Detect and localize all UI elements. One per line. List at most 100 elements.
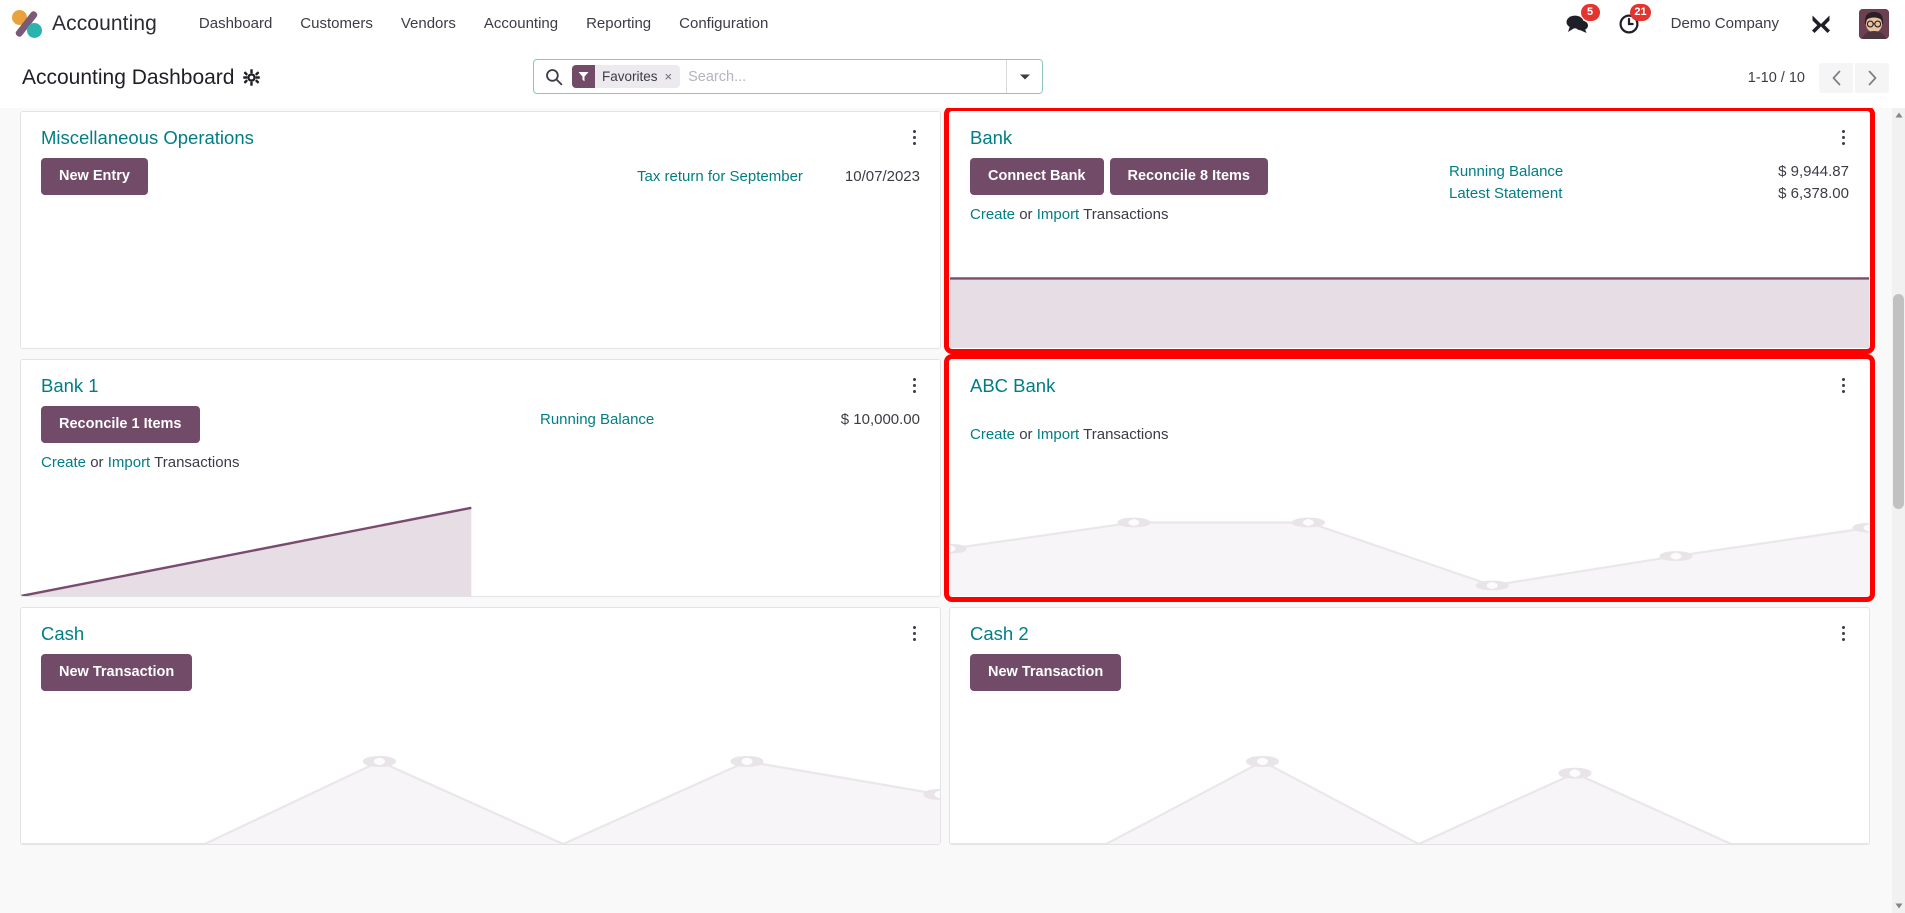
filter-icon — [572, 65, 595, 88]
card-graph-cash — [21, 726, 940, 844]
card-cash-2[interactable]: Cash 2 New Transaction — [949, 607, 1870, 845]
import-transaction-link[interactable]: Import — [1037, 206, 1080, 223]
activity-name[interactable]: Tax return for September — [637, 168, 803, 185]
messages-badge: 5 — [1580, 4, 1600, 21]
activity-row: Tax return for September 10/07/2023 — [637, 163, 920, 185]
menu-item-accounting[interactable]: Accounting — [470, 7, 572, 40]
menu-item-dashboard[interactable]: Dashboard — [185, 7, 286, 40]
search-input[interactable] — [688, 68, 1006, 85]
card-header: Bank 1 — [21, 360, 940, 396]
search-view[interactable]: Favorites × — [533, 59, 1043, 94]
card-title[interactable]: Miscellaneous Operations — [41, 127, 254, 148]
company-switcher[interactable]: Demo Company — [1655, 15, 1795, 32]
import-transaction-link[interactable]: Import — [1037, 426, 1080, 443]
card-body: New Transaction — [950, 644, 1869, 692]
reconcile-items-button[interactable]: Reconcile 1 Items — [41, 406, 200, 444]
top-navbar: Accounting Dashboard Customers Vendors A… — [0, 0, 1905, 47]
card-abc-bank[interactable]: ABC Bank Create or Import Transactions — [944, 354, 1875, 602]
card-title[interactable]: Bank 1 — [41, 375, 99, 396]
card-header: Miscellaneous Operations — [21, 112, 940, 148]
card-header: Cash 2 — [950, 608, 1869, 644]
app-brand[interactable]: Accounting — [12, 9, 157, 39]
connect-bank-button[interactable]: Connect Bank — [970, 158, 1104, 196]
facet-label-wrapper: Favorites × — [595, 65, 680, 88]
card-activity: Tax return for September 10/07/2023 — [637, 158, 920, 195]
new-entry-button[interactable]: New Entry — [41, 158, 148, 196]
card-actions: New Entry — [41, 158, 148, 196]
pager-previous-button[interactable] — [1819, 62, 1853, 93]
kebab-menu-icon[interactable] — [907, 624, 922, 643]
activities-badge: 21 — [1630, 4, 1651, 21]
card-actions: Reconcile 1 Items Create or Import Trans… — [41, 406, 239, 471]
metric-value-latest-statement: $ 6,378.00 — [1778, 185, 1849, 203]
chevron-right-icon — [1868, 70, 1876, 85]
links-suffix: Transactions — [154, 454, 240, 472]
user-avatar[interactable] — [1859, 8, 1889, 39]
card-metrics: Running Balance $ 9,944.87 Latest Statem… — [1449, 158, 1849, 223]
card-button-row: Connect Bank Reconcile 8 Items — [970, 158, 1268, 196]
menu-item-reporting[interactable]: Reporting — [572, 7, 665, 40]
kebab-menu-icon[interactable] — [1836, 376, 1851, 395]
kebab-menu-icon[interactable] — [1836, 128, 1851, 147]
card-cash[interactable]: Cash New Transaction — [20, 607, 941, 845]
create-transaction-link[interactable]: Create — [970, 426, 1015, 443]
card-bank[interactable]: Bank Connect Bank Reconcile 8 Items Crea… — [944, 108, 1875, 354]
page-title-wrapper: Accounting Dashboard — [22, 66, 261, 90]
metric-label-running-balance[interactable]: Running Balance — [540, 411, 654, 428]
import-transaction-link[interactable]: Import — [108, 454, 151, 471]
vertical-scrollbar[interactable] — [1892, 108, 1905, 913]
search-dropdown-toggle[interactable] — [1006, 60, 1042, 93]
card-button-row: Reconcile 1 Items — [41, 406, 239, 444]
avatar-image — [1859, 8, 1889, 39]
create-transaction-link[interactable]: Create — [970, 206, 1015, 223]
metric-label-running-balance[interactable]: Running Balance — [1449, 163, 1563, 180]
pager-next-button[interactable] — [1855, 62, 1889, 93]
facet-remove-icon[interactable]: × — [665, 69, 673, 84]
card-button-row: New Entry — [41, 158, 148, 196]
card-title[interactable]: Bank — [970, 127, 1012, 148]
card-graph-bank-1 — [21, 491, 940, 596]
card-misc-operations[interactable]: Miscellaneous Operations New Entry Tax r… — [20, 111, 941, 349]
card-title[interactable]: Cash 2 — [970, 623, 1029, 644]
card-body: Create or Import Transactions — [950, 396, 1869, 443]
kanban-column: Bank Connect Bank Reconcile 8 Items Crea… — [944, 108, 1875, 354]
metric-label-latest-statement[interactable]: Latest Statement — [1449, 185, 1562, 202]
card-bank-1[interactable]: Bank 1 Reconcile 1 Items Create or Impor… — [20, 359, 941, 597]
kanban-column: Cash 2 New Transaction — [945, 602, 1874, 850]
scrollbar-up-arrow[interactable] — [1892, 108, 1905, 122]
gear-icon[interactable] — [243, 69, 261, 86]
scrollbar-thumb[interactable] — [1893, 294, 1904, 509]
search-icon — [534, 68, 572, 86]
messages-button[interactable]: 5 — [1551, 0, 1604, 47]
card-button-row: New Transaction — [970, 654, 1122, 692]
scrollbar-down-arrow[interactable] — [1892, 899, 1905, 913]
odoo-logo-icon — [12, 9, 42, 39]
create-transaction-link[interactable]: Create — [41, 454, 86, 471]
card-actions: New Transaction — [41, 654, 193, 692]
card-title[interactable]: ABC Bank — [970, 375, 1055, 396]
kebab-menu-icon[interactable] — [1836, 624, 1851, 643]
new-transaction-button[interactable]: New Transaction — [970, 654, 1122, 692]
card-graph-abc-bank — [950, 491, 1869, 596]
menu-item-customers[interactable]: Customers — [286, 7, 387, 40]
card-actions: New Transaction — [970, 654, 1122, 692]
menu-item-configuration[interactable]: Configuration — [665, 7, 782, 40]
apps-shortcut-button[interactable] — [1795, 0, 1847, 47]
new-transaction-button[interactable]: New Transaction — [41, 654, 193, 692]
chevron-down-icon — [1019, 74, 1030, 79]
kanban-column: Miscellaneous Operations New Entry Tax r… — [16, 108, 945, 354]
navbar-systray: 5 21 Demo Company — [1551, 0, 1889, 47]
kanban-grid: Miscellaneous Operations New Entry Tax r… — [0, 108, 1890, 850]
menu-item-vendors[interactable]: Vendors — [387, 7, 470, 40]
kebab-menu-icon[interactable] — [907, 376, 922, 395]
reconcile-items-button[interactable]: Reconcile 8 Items — [1109, 158, 1268, 196]
card-graph-bank — [950, 228, 1869, 348]
kebab-menu-icon[interactable] — [907, 128, 922, 147]
activities-button[interactable]: 21 — [1604, 0, 1655, 47]
pager: 1-10 / 10 — [1748, 62, 1889, 93]
control-panel: Accounting Dashboard Favorites × Search.… — [0, 47, 1905, 108]
card-title[interactable]: Cash — [41, 623, 84, 644]
kanban-column: ABC Bank Create or Import Transactions — [944, 354, 1875, 602]
search-facet-favorites[interactable]: Favorites × — [572, 65, 681, 88]
metric-row: Running Balance $ 10,000.00 — [540, 411, 920, 428]
